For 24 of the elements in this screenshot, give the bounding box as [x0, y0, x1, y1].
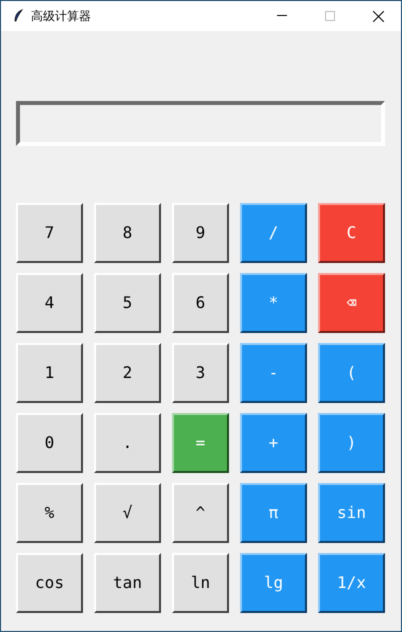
calculator-button[interactable]: 0 — [16, 413, 83, 473]
calculator-button[interactable]: tan — [94, 553, 161, 613]
calculator-button[interactable]: ^ — [172, 483, 229, 543]
calculator-button[interactable]: 2 — [94, 343, 161, 403]
calculator-button[interactable]: √ — [94, 483, 161, 543]
calculator-button[interactable]: C — [318, 203, 385, 263]
close-icon[interactable] — [373, 10, 384, 22]
calculator-button[interactable]: 4 — [16, 273, 83, 333]
calculator-button[interactable]: 3 — [172, 343, 229, 403]
calculator-button[interactable]: cos — [16, 553, 83, 613]
calculator-button[interactable]: . — [94, 413, 161, 473]
calculator-button[interactable]: % — [16, 483, 83, 543]
window-title: 高级计算器 — [31, 8, 91, 25]
calculator-button[interactable]: 6 — [172, 273, 229, 333]
calculator-button[interactable]: ln — [172, 553, 229, 613]
calculator-button[interactable]: 5 — [94, 273, 161, 333]
calculator-button[interactable]: 7 — [16, 203, 83, 263]
feather-icon — [13, 9, 23, 23]
calculator-button[interactable]: 1 — [16, 343, 83, 403]
display-field[interactable] — [16, 101, 385, 146]
calculator-button[interactable]: ⌫ — [318, 273, 385, 333]
minimize-icon[interactable] — [277, 15, 287, 17]
calculator-button[interactable]: 9 — [172, 203, 229, 263]
calculator-button[interactable]: 8 — [94, 203, 161, 263]
